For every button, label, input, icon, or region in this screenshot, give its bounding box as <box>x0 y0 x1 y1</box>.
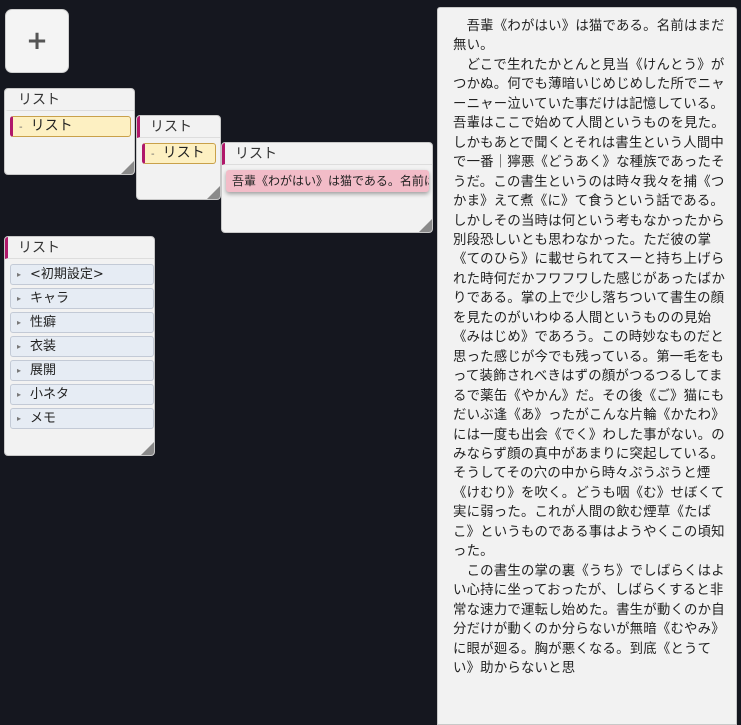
caret-right-icon: ▸ <box>17 390 22 399</box>
resize-handle[interactable] <box>207 186 220 199</box>
caret-right-icon: ▸ <box>17 270 22 279</box>
panel-title: リスト <box>5 89 134 111</box>
list-item-label: リスト <box>30 118 73 134</box>
list-item-character[interactable]: ▸ キャラ <box>10 288 154 309</box>
list-item-label: メモ <box>30 411 57 426</box>
caret-right-icon: ▸ <box>17 294 22 303</box>
resize-handle[interactable] <box>121 161 134 174</box>
list-item-costume[interactable]: ▸ 衣装 <box>10 336 154 357</box>
text-content-panel[interactable]: 吾輩《わがはい》は猫である。名前はまだ無い。 どこで生れたかとんと見当《けんとう… <box>437 7 737 725</box>
list-item-memo[interactable]: ▸ メモ <box>10 408 154 429</box>
add-button[interactable]: + <box>5 9 69 73</box>
panel-title: リスト <box>222 143 432 165</box>
list-item-text[interactable]: 吾輩《わがはい》は猫である。名前は <box>226 170 429 192</box>
list-item-label: リスト <box>162 145 205 161</box>
caret-right-icon: ▸ <box>17 414 22 423</box>
list-panel-4[interactable]: リスト ▸ <初期設定> ▸ キャラ ▸ 性癖 ▸ 衣装 ▸ 展開 ▸ 小ネタ ▸ メモ <box>4 236 155 456</box>
list-item-label: 衣装 <box>30 339 57 354</box>
panel-title: リスト <box>137 116 220 138</box>
list-item-label: キャラ <box>30 291 70 306</box>
list-item-development[interactable]: ▸ 展開 <box>10 360 154 381</box>
list-panel-2[interactable]: リスト - リスト <box>136 115 221 200</box>
list-panel-1[interactable]: リスト - リスト <box>4 88 135 175</box>
caret-right-icon: ▸ <box>17 366 22 375</box>
list-item-label: <初期設定> <box>30 267 104 282</box>
list-item-fetish[interactable]: ▸ 性癖 <box>10 312 154 333</box>
resize-handle[interactable] <box>419 219 432 232</box>
list-item-selected[interactable]: - リスト <box>142 143 216 164</box>
panel-title: リスト <box>5 237 154 259</box>
list-panel-3[interactable]: リスト 吾輩《わがはい》は猫である。名前は <box>221 142 433 233</box>
bullet-icon: - <box>19 122 23 133</box>
caret-right-icon: ▸ <box>17 342 22 351</box>
list-item-label: 性癖 <box>30 315 57 330</box>
bullet-icon: - <box>151 149 155 160</box>
plus-icon: + <box>26 26 48 56</box>
list-item-initial-settings[interactable]: ▸ <初期設定> <box>10 264 154 285</box>
list-item-trivia[interactable]: ▸ 小ネタ <box>10 384 154 405</box>
list-item-selected[interactable]: - リスト <box>10 116 131 137</box>
resize-handle[interactable] <box>141 442 154 455</box>
caret-right-icon: ▸ <box>17 318 22 327</box>
list-item-label: 小ネタ <box>30 387 70 402</box>
list-item-label: 展開 <box>30 363 57 378</box>
